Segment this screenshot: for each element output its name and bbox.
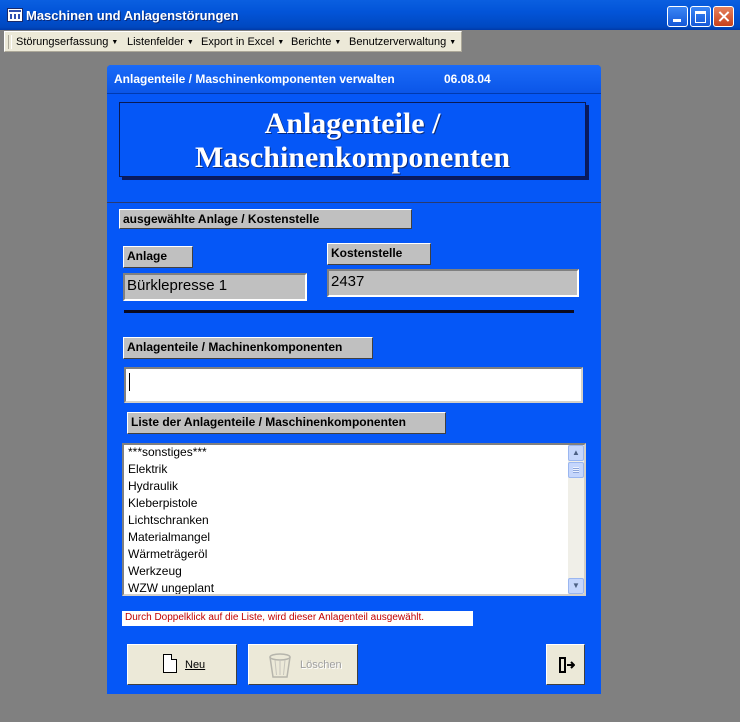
menu-stoerungserfassung[interactable]: Störungserfassung ▼ <box>16 36 118 48</box>
menu-bar: Störungserfassung ▼ Listenfelder ▼ Export … <box>4 31 462 52</box>
app-icon[interactable] <box>7 8 23 22</box>
dropdown-arrow-icon: ▼ <box>334 38 342 46</box>
list-item[interactable]: ***sonstiges*** <box>128 445 207 459</box>
anlage-label: Anlage <box>123 246 193 268</box>
menu-label: Export in Excel <box>201 36 275 48</box>
komponenten-list[interactable]: ***sonstiges*** Elektrik Hydraulik Klebe… <box>122 443 586 596</box>
komponenten-input[interactable] <box>124 367 583 403</box>
list-item[interactable]: Wärmeträgeröl <box>128 547 207 561</box>
list-item[interactable]: Hydraulik <box>128 479 178 493</box>
delete-button[interactable]: Löschen <box>248 644 358 685</box>
text-caret <box>129 373 130 391</box>
menu-listenfelder[interactable]: Listenfelder ▼ <box>127 36 194 48</box>
form-heading-line1: Anlagenteile / <box>264 107 441 140</box>
form-heading-line2: Maschinenkomponenten <box>194 141 511 174</box>
form-heading: Anlagenteile / Maschinenkomponenten <box>120 107 585 175</box>
maximize-button[interactable] <box>690 6 711 27</box>
kostenstelle-label: Kostenstelle <box>327 243 431 265</box>
scroll-thumb[interactable] <box>568 462 584 478</box>
toolbar-grip[interactable] <box>8 35 12 49</box>
recycle-bin-icon <box>269 653 291 678</box>
dropdown-arrow-icon: ▼ <box>186 38 194 46</box>
section-label-anlage-kostenstelle: ausgewählte Anlage / Kostenstelle <box>119 209 412 229</box>
scroll-up-icon[interactable]: ▲ <box>568 445 584 461</box>
anlage-field[interactable]: Bürklepresse 1 <box>123 273 307 301</box>
dropdown-arrow-icon: ▼ <box>449 38 457 46</box>
header-divider <box>107 202 601 203</box>
form-title: Anlagenteile / Maschinenkomponenten verw… <box>114 72 395 86</box>
list-label: Liste der Anlagenteile / Maschinenkompon… <box>127 412 446 434</box>
list-item[interactable]: Materialmangel <box>128 530 210 544</box>
new-button-label: Neu <box>185 659 206 671</box>
menu-export-excel[interactable]: Export in Excel ▼ <box>201 36 284 48</box>
form-header: Anlagenteile / Maschinenkomponenten <box>119 102 586 177</box>
new-button[interactable]: Neu <box>127 644 237 685</box>
exit-button[interactable] <box>546 644 585 685</box>
dropdown-arrow-icon: ▼ <box>111 38 119 46</box>
new-document-icon <box>163 654 177 673</box>
list-item[interactable]: Elektrik <box>128 462 167 476</box>
menu-label: Störungserfassung <box>16 36 109 48</box>
list-scrollbar[interactable]: ▲ ▼ <box>568 445 584 594</box>
menu-label: Benutzerverwaltung <box>349 36 447 48</box>
kostenstelle-field[interactable]: 2437 <box>327 269 579 297</box>
form-title-bar[interactable]: Anlagenteile / Maschinenkomponenten verw… <box>107 65 601 94</box>
list-item[interactable]: Lichtschranken <box>128 513 209 527</box>
section-divider <box>124 310 574 313</box>
form-window: Anlagenteile / Maschinenkomponenten verw… <box>107 65 601 694</box>
menu-label: Berichte <box>291 36 332 48</box>
list-item[interactable]: Kleberpistole <box>128 496 197 510</box>
list-item[interactable]: WZW ungeplant <box>128 581 214 594</box>
menu-benutzerverwaltung[interactable]: Benutzerverwaltung ▼ <box>349 36 456 48</box>
close-button[interactable] <box>713 6 734 27</box>
window-title: Maschinen und Anlagenstörungen <box>26 8 239 23</box>
form-date: 06.08.04 <box>444 72 491 86</box>
komponenten-label: Anlagenteile / Machinenkomponenten <box>123 337 373 359</box>
dropdown-arrow-icon: ▼ <box>277 38 285 46</box>
exit-door-icon <box>559 657 575 673</box>
hint-text: Durch Doppelklick auf die Liste, wird di… <box>122 611 473 626</box>
scroll-down-icon[interactable]: ▼ <box>568 578 584 594</box>
delete-button-label: Löschen <box>300 659 342 671</box>
minimize-button[interactable] <box>667 6 688 27</box>
menu-label: Listenfelder <box>127 36 184 48</box>
menu-berichte[interactable]: Berichte ▼ <box>291 36 341 48</box>
window-title-bar[interactable]: Maschinen und Anlagenstörungen <box>0 0 740 30</box>
list-item[interactable]: Werkzeug <box>128 564 182 578</box>
